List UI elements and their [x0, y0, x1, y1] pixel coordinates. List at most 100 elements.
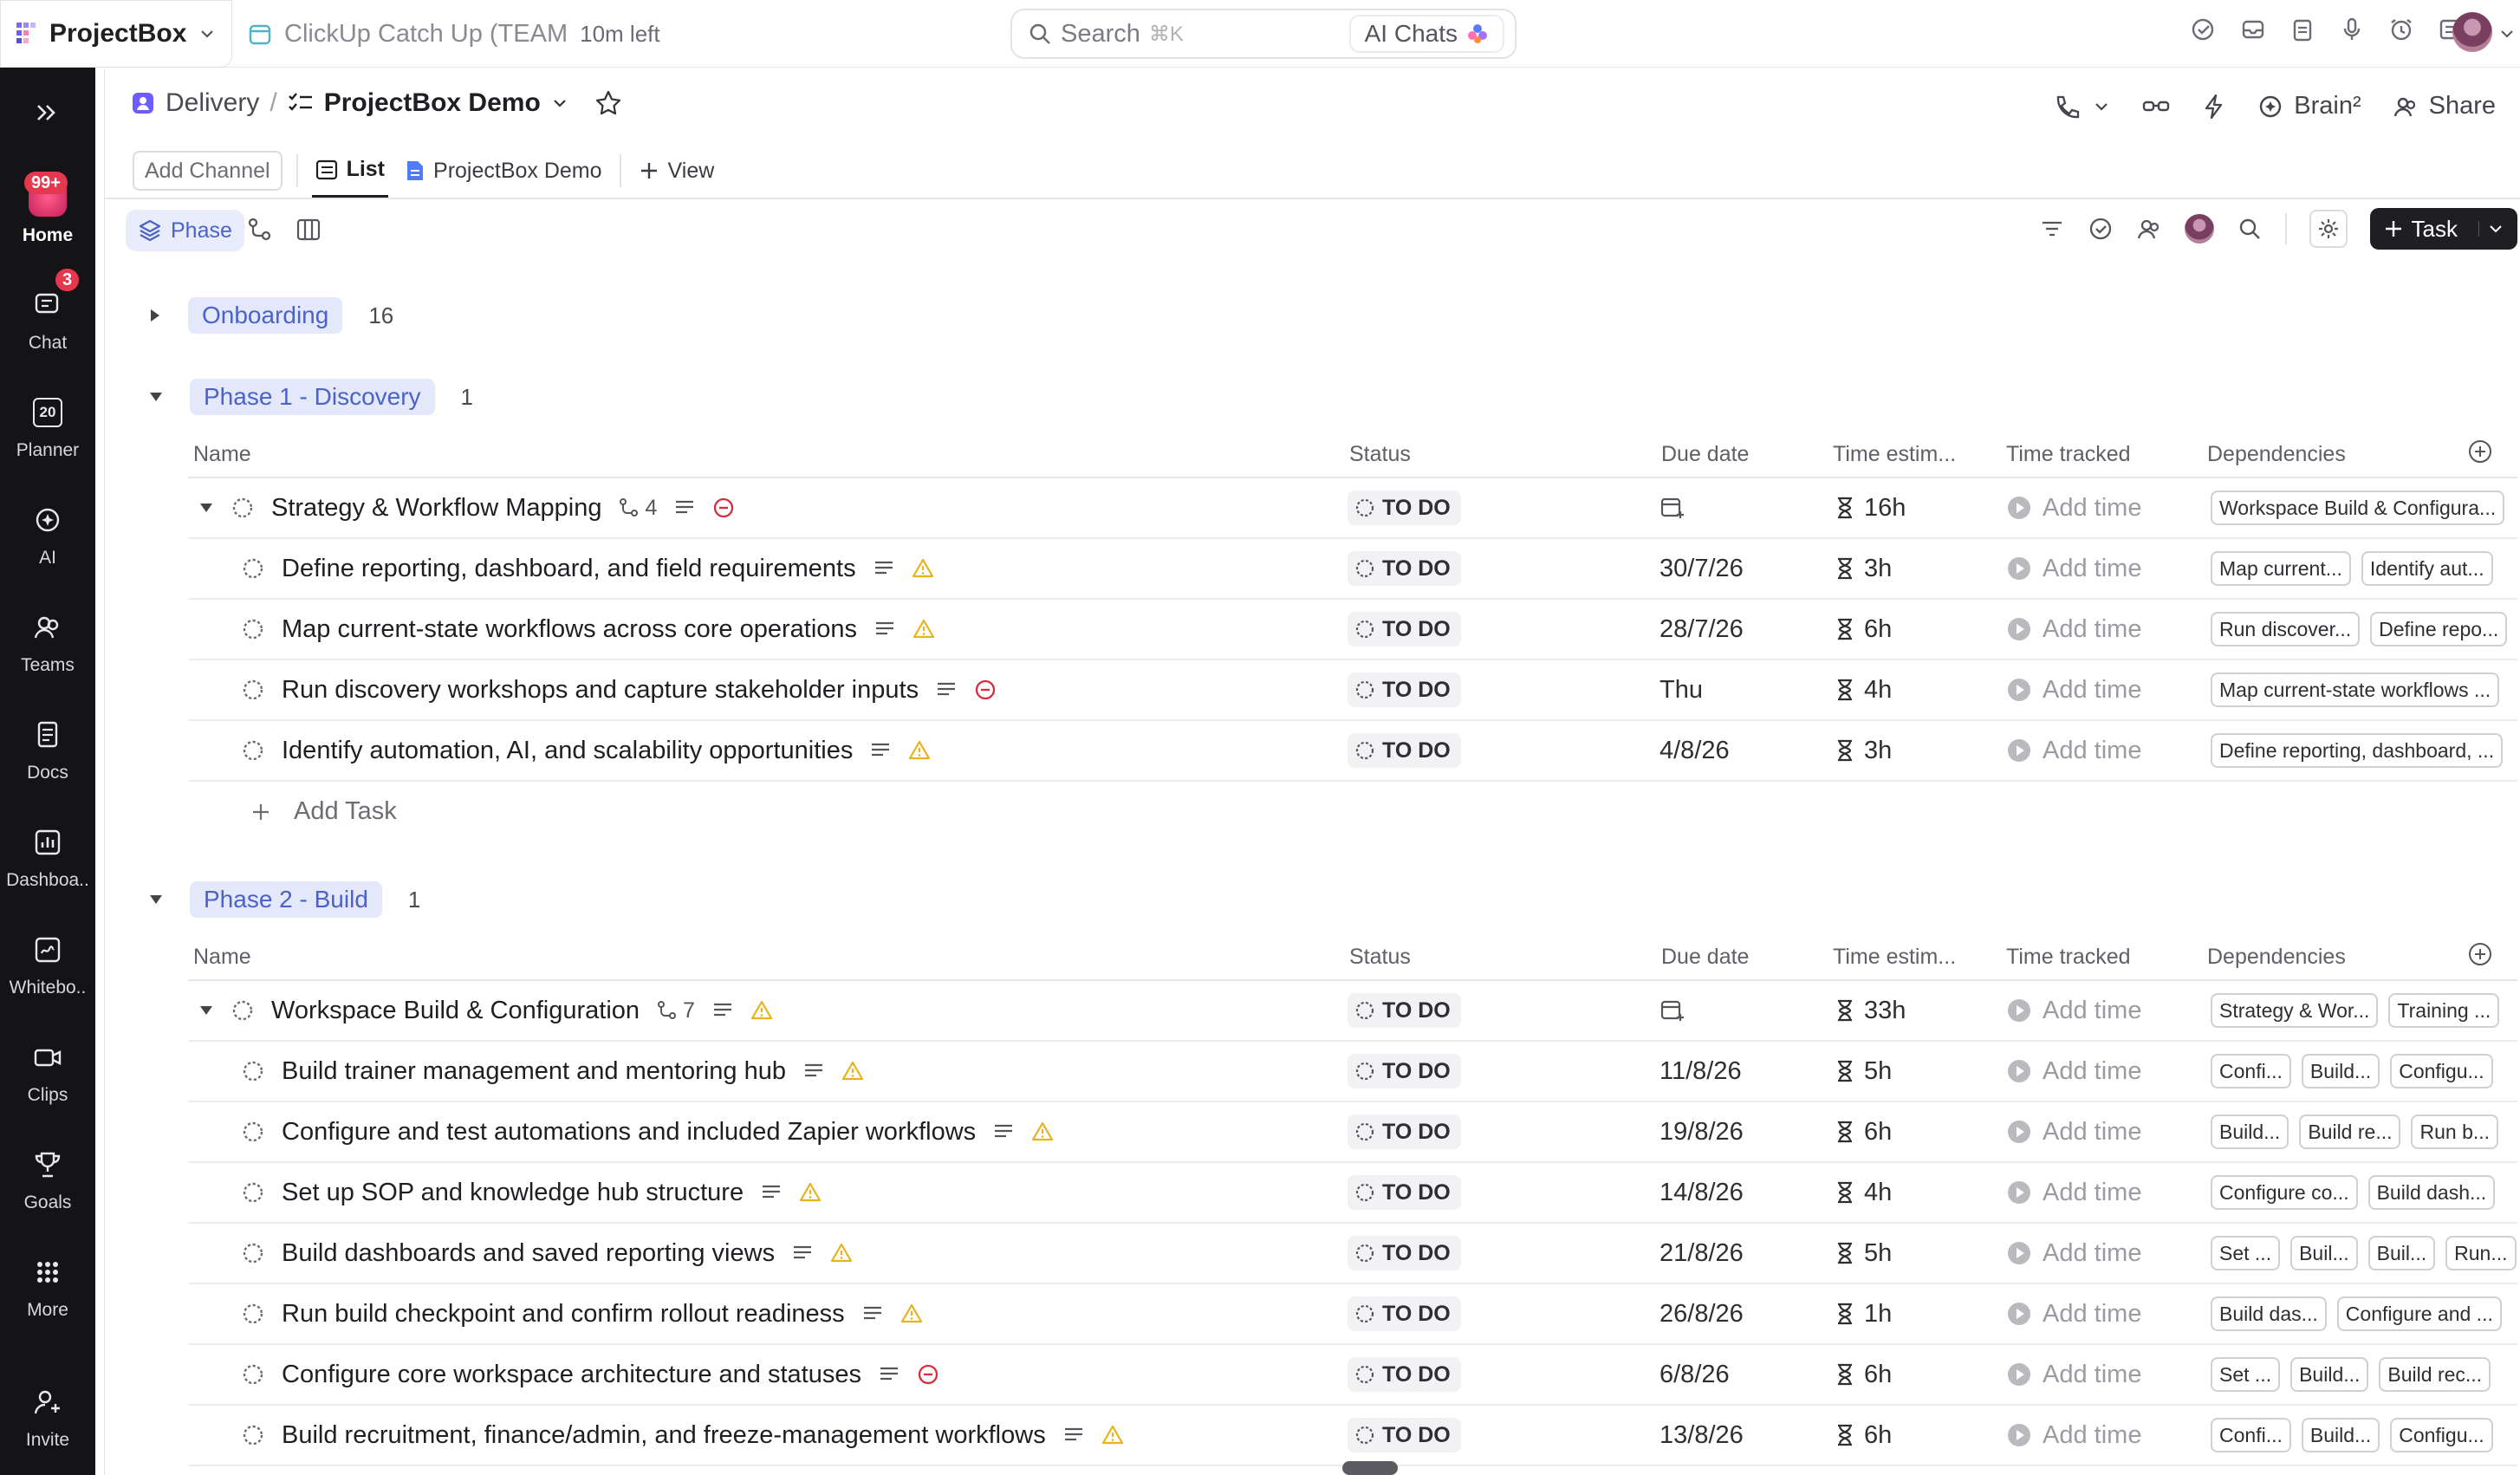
- time-tracked-cell[interactable]: Add time: [2006, 721, 2141, 780]
- task-name[interactable]: Identify automation, AI, and scalability…: [282, 737, 853, 765]
- task-row[interactable]: Run build checkpoint and confirm rollout…: [188, 1284, 2517, 1345]
- task-name[interactable]: Set up SOP and knowledge hub structure: [282, 1179, 744, 1207]
- status-badge[interactable]: TO DO: [1348, 1357, 1461, 1392]
- check-circle-icon[interactable]: [2190, 16, 2218, 43]
- time-estimate-cell[interactable]: 6h: [1835, 1102, 1892, 1161]
- status-badge[interactable]: TO DO: [1348, 1175, 1461, 1210]
- chevron-down-icon[interactable]: [2499, 26, 2515, 42]
- task-name[interactable]: Strategy & Workflow Mapping: [271, 494, 601, 523]
- search-bar[interactable]: Search ⌘K AI Chats: [1010, 9, 1517, 59]
- assignees-icon[interactable]: [2136, 216, 2162, 242]
- dependency-chip[interactable]: Configure and ...: [2336, 1296, 2502, 1331]
- due-date-cell[interactable]: 28/7/26: [1659, 600, 1744, 659]
- dependency-chip[interactable]: Configure co...: [2211, 1175, 2358, 1210]
- add-column-icon[interactable]: [2467, 941, 2493, 967]
- due-date-cell[interactable]: 6/8/26: [1659, 1345, 1730, 1404]
- column-dependencies[interactable]: Dependencies: [2207, 945, 2346, 970]
- time-estimate-cell[interactable]: 33h: [1835, 981, 1906, 1040]
- task-name[interactable]: Configure and test automations and inclu…: [282, 1118, 976, 1147]
- clipboard-icon[interactable]: [2289, 16, 2316, 43]
- due-date-cell[interactable]: 30/7/26: [1659, 539, 1744, 598]
- time-tracked-cell[interactable]: Add time: [2006, 1284, 2141, 1343]
- status-badge[interactable]: TO DO: [1348, 1114, 1461, 1149]
- sidebar-item-planner[interactable]: 20 Planner: [0, 393, 95, 461]
- microphone-icon[interactable]: [2338, 16, 2366, 43]
- sidebar-item-whiteboards[interactable]: Whitebo..: [0, 931, 95, 998]
- dependency-chip[interactable]: Configu...: [2390, 1418, 2493, 1452]
- dependency-chip[interactable]: Define repo...: [2370, 612, 2508, 647]
- task-name[interactable]: Run build checkpoint and confirm rollout…: [282, 1300, 845, 1329]
- time-estimate-cell[interactable]: 6h: [1835, 1345, 1892, 1404]
- caret-down-icon[interactable]: [198, 1004, 214, 1017]
- task-status-circle-icon[interactable]: [242, 618, 264, 640]
- task-status-circle-icon[interactable]: [242, 1121, 264, 1143]
- time-tracked-cell[interactable]: Add time: [2006, 539, 2141, 598]
- page-title[interactable]: ProjectBox Demo: [324, 88, 541, 118]
- task-row[interactable]: Configure and test automations and inclu…: [188, 1102, 2517, 1163]
- time-tracked-cell[interactable]: Add time: [2006, 1163, 2141, 1222]
- column-name[interactable]: Name: [193, 442, 251, 467]
- share-button[interactable]: Share: [2393, 92, 2496, 120]
- incognito-icon[interactable]: [2141, 94, 2171, 120]
- check-circle-icon[interactable]: [2088, 216, 2114, 242]
- time-estimate-cell[interactable]: 3h: [1835, 539, 1892, 598]
- time-estimate-cell[interactable]: 5h: [1835, 1224, 1892, 1283]
- dependency-chip[interactable]: Buil...: [2290, 1236, 2358, 1270]
- workspace-switcher[interactable]: ProjectBox: [0, 0, 232, 68]
- add-view-button[interactable]: View: [635, 144, 718, 198]
- due-date-cell[interactable]: 21/8/26: [1659, 1224, 1744, 1283]
- status-badge[interactable]: TO DO: [1348, 1054, 1461, 1088]
- dependency-chip[interactable]: Build re...: [2299, 1114, 2401, 1149]
- dependency-chip[interactable]: Workspace Build & Configura...: [2211, 491, 2505, 525]
- column-due-date[interactable]: Due date: [1661, 442, 1749, 467]
- time-estimate-cell[interactable]: 16h: [1835, 478, 1906, 537]
- caret-down-icon[interactable]: [148, 893, 164, 906]
- column-status[interactable]: Status: [1349, 945, 1411, 970]
- expand-sidebar-icon[interactable]: [33, 99, 61, 127]
- dependency-chip[interactable]: Identify aut...: [2361, 551, 2493, 586]
- task-name[interactable]: Build trainer management and mentoring h…: [282, 1057, 786, 1086]
- task-name[interactable]: Build recruitment, finance/admin, and fr…: [282, 1421, 1046, 1450]
- task-status-circle-icon[interactable]: [242, 1181, 264, 1204]
- task-row[interactable]: Map current-state workflows across core …: [188, 600, 2517, 660]
- task-row[interactable]: Build recruitment, finance/admin, and fr…: [188, 1406, 2517, 1466]
- due-date-cell[interactable]: Thu: [1659, 660, 1703, 719]
- dependency-chip[interactable]: Build...: [2301, 1418, 2380, 1452]
- dependency-chip[interactable]: Build rec...: [2379, 1357, 2491, 1392]
- time-estimate-cell[interactable]: 4h: [1835, 660, 1892, 719]
- task-row[interactable]: Define reporting, dashboard, and field r…: [188, 539, 2517, 600]
- task-row[interactable]: Build trainer management and mentoring h…: [188, 1042, 2517, 1102]
- task-row[interactable]: Identify automation, AI, and scalability…: [188, 721, 2517, 782]
- sidebar-item-clips[interactable]: Clips: [0, 1038, 95, 1106]
- ai-chats-button[interactable]: AI Chats: [1348, 15, 1504, 53]
- status-badge[interactable]: TO DO: [1348, 993, 1461, 1028]
- time-tracked-cell[interactable]: Add time: [2006, 1345, 2141, 1404]
- dependency-chip[interactable]: Build dash...: [2367, 1175, 2496, 1210]
- task-name[interactable]: Build dashboards and saved reporting vie…: [282, 1239, 775, 1268]
- time-estimate-cell[interactable]: 5h: [1835, 1042, 1892, 1101]
- task-status-circle-icon[interactable]: [231, 497, 254, 519]
- meeting-reminder[interactable]: ClickUp Catch Up (TEAM 10m left: [248, 16, 660, 52]
- time-tracked-cell[interactable]: Add time: [2006, 478, 2141, 537]
- status-badge[interactable]: TO DO: [1348, 1296, 1461, 1331]
- parent-task-row[interactable]: Workspace Build & Configuration 7 TO DO 33h…: [188, 981, 2517, 1042]
- chevron-down-icon[interactable]: [551, 94, 568, 112]
- parent-task-row[interactable]: Strategy & Workflow Mapping 4 TO DO 16h Add …: [188, 478, 2517, 539]
- group-header[interactable]: Phase 1 - Discovery 1: [148, 378, 473, 416]
- dependency-chip[interactable]: Training ...: [2388, 993, 2500, 1028]
- time-estimate-cell[interactable]: 6h: [1835, 600, 1892, 659]
- time-estimate-cell[interactable]: 4h: [1835, 1163, 1892, 1222]
- dependency-chip[interactable]: Define reporting, dashboard, ...: [2211, 733, 2504, 768]
- task-row[interactable]: Run discovery workshops and capture stak…: [188, 660, 2517, 721]
- task-row[interactable]: Build dashboards and saved reporting vie…: [188, 1224, 2517, 1284]
- time-estimate-cell[interactable]: 6h: [1835, 1406, 1892, 1465]
- dependency-chip[interactable]: Map current...: [2211, 551, 2351, 586]
- column-name[interactable]: Name: [193, 945, 251, 970]
- dependency-chip[interactable]: Run b...: [2411, 1114, 2499, 1149]
- horizontal-scrollbar[interactable]: [1342, 1461, 1398, 1475]
- column-dependencies[interactable]: Dependencies: [2207, 442, 2346, 467]
- dependency-chip[interactable]: Set ...: [2211, 1357, 2281, 1392]
- status-badge[interactable]: TO DO: [1348, 491, 1461, 525]
- time-tracked-cell[interactable]: Add time: [2006, 1102, 2141, 1161]
- task-status-circle-icon[interactable]: [242, 1303, 264, 1325]
